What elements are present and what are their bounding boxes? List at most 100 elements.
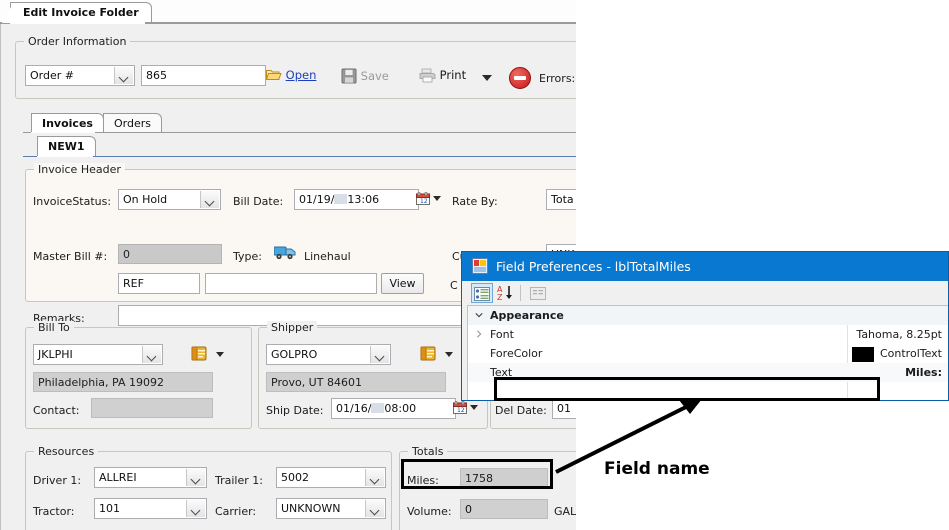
master-bill-input: 0 (118, 244, 222, 264)
chevron-down-icon[interactable] (200, 191, 219, 208)
categorized-button[interactable] (471, 283, 493, 303)
grid-row-appearance[interactable]: Appearance (468, 306, 948, 325)
master-bill-label: Master Bill #: (33, 250, 108, 263)
rate-by-combo[interactable]: Tota (546, 189, 576, 210)
carrier-label: Carrier: (215, 505, 257, 518)
print-dropdown-arrow-icon[interactable] (482, 75, 492, 81)
order-number-value: 865 (146, 69, 167, 82)
bill-date-value: 01/19/ (299, 193, 335, 206)
grid-row-font[interactable]: Font Tahoma, 8.25pt (468, 325, 948, 344)
tabrow-underline (23, 132, 576, 133)
tab-invoices[interactable]: Invoices (31, 113, 104, 132)
bill-to-title: Bill To (34, 321, 74, 334)
ref-type-input[interactable]: REF (118, 273, 200, 294)
invoice-status-label: InvoiceStatus: (33, 195, 112, 208)
grid-row-font-value: Tahoma, 8.25pt (856, 328, 942, 341)
driver1-label: Driver 1: (33, 474, 82, 487)
shipper-dropdown-arrow-icon[interactable] (445, 352, 453, 357)
order-type-combo[interactable]: Order # (25, 65, 135, 86)
tab-new1-label: NEW1 (48, 140, 85, 153)
type-value: Linehaul (304, 250, 351, 263)
chevron-right-icon[interactable] (475, 330, 483, 338)
shipper-address-value: Provo, UT 84601 (271, 376, 362, 389)
ref-detail-input[interactable] (205, 273, 377, 294)
truck-icon (274, 246, 296, 260)
address-book-icon[interactable] (419, 346, 437, 362)
ship-time-value: 08:00 (384, 402, 417, 415)
bill-to-combo[interactable]: JKLPHI (33, 344, 163, 365)
resources-title: Resources (34, 445, 99, 458)
tab-new1[interactable]: NEW1 (37, 136, 96, 156)
calendar-icon[interactable]: 12 (453, 401, 467, 414)
svg-text:12: 12 (420, 198, 428, 205)
cut-label: C (450, 279, 458, 292)
type-label: Type: (233, 250, 262, 263)
ship-date-input[interactable]: 01/16/08:00 (331, 398, 456, 419)
volume-value: 0 (465, 503, 472, 516)
dialog-titlebar[interactable]: Field Preferences - lblTotalMiles (462, 252, 948, 281)
trailer1-combo[interactable]: 5002 (276, 467, 386, 488)
grid-row-font-name: Font (490, 328, 514, 341)
chevron-down-icon[interactable] (475, 311, 483, 319)
driver1-combo[interactable]: ALLREI (94, 467, 207, 488)
chevron-down-icon[interactable] (365, 500, 384, 517)
chevron-down-icon[interactable] (114, 67, 133, 84)
tractor-combo[interactable]: 101 (94, 498, 207, 519)
chevron-down-icon[interactable] (365, 469, 384, 486)
invoice-status-value: On Hold (123, 193, 168, 206)
bill-to-contact-label: Contact: (33, 404, 80, 417)
trailer1-label: Trailer 1: (215, 474, 263, 487)
print-button: Print (419, 68, 466, 83)
bill-to-contact-input (91, 398, 213, 418)
tractor-value: 101 (99, 502, 120, 515)
tab-orders-label: Orders (114, 117, 151, 130)
rate-by-value: Tota (551, 193, 574, 206)
master-bill-value: 0 (123, 248, 130, 261)
alphabetical-button[interactable]: A Z (496, 283, 518, 303)
tab-orders[interactable]: Orders (103, 113, 162, 132)
ship-date-label: Ship Date: (266, 404, 324, 417)
annotation-box-miles-field (401, 459, 553, 489)
bill-to-dropdown-arrow-icon[interactable] (216, 352, 224, 357)
annotation-caption: Field name (604, 459, 710, 479)
window-tabstrip: Edit Invoice Folder (0, 0, 576, 24)
tractor-label: Tractor: (33, 505, 75, 518)
svg-text:12: 12 (457, 407, 465, 414)
address-book-icon[interactable] (190, 346, 208, 362)
subtabrow-active-mask (37, 156, 93, 157)
open-button[interactable]: Open (265, 68, 316, 82)
chevron-down-icon[interactable] (186, 469, 205, 486)
tab-edit-invoice-folder[interactable]: Edit Invoice Folder (2, 2, 152, 23)
grid-row-forecolor[interactable]: ForeColor ControlText (468, 344, 948, 363)
invoice-header-title: Invoice Header (34, 163, 125, 176)
errors-label: Errors: (539, 72, 576, 85)
ship-date-dropdown-arrow-icon[interactable] (470, 405, 478, 410)
chevron-down-icon[interactable] (142, 346, 161, 363)
shipper-title: Shipper (267, 321, 318, 334)
dialog-title: Field Preferences - lblTotalMiles (496, 259, 691, 274)
grid-row-appearance-name: Appearance (490, 309, 564, 322)
order-number-input[interactable]: 865 (141, 65, 266, 86)
printer-icon (419, 68, 436, 83)
view-button[interactable]: View (381, 273, 424, 294)
shipper-combo[interactable]: GOLPRO (266, 344, 391, 365)
view-label: View (389, 277, 416, 290)
bill-time-value: 13:06 (347, 193, 380, 206)
grid-row-forecolor-name: ForeColor (490, 347, 543, 360)
bill-to-address: Philadelphia, PA 19092 (33, 372, 213, 392)
svg-text:Z: Z (497, 293, 503, 301)
save-disk-icon (341, 68, 357, 84)
invoice-status-combo[interactable]: On Hold (118, 189, 221, 210)
shipper-code: GOLPRO (271, 348, 318, 361)
trailer1-value: 5002 (281, 471, 309, 484)
carrier-combo[interactable]: UNKNOWN (276, 498, 386, 519)
rate-by-label: Rate By: (452, 195, 498, 208)
ref-type-value: REF (123, 277, 144, 290)
bill-date-input[interactable]: 01/19/13:06 (294, 189, 419, 210)
chevron-down-icon[interactable] (186, 500, 205, 517)
chevron-down-icon[interactable] (370, 346, 389, 363)
grid-row-text-value: Miles: (905, 366, 942, 379)
annotation-box-text-property (494, 377, 880, 401)
calendar-icon[interactable]: 12 (416, 192, 430, 205)
bill-date-dropdown-arrow-icon[interactable] (433, 196, 441, 201)
